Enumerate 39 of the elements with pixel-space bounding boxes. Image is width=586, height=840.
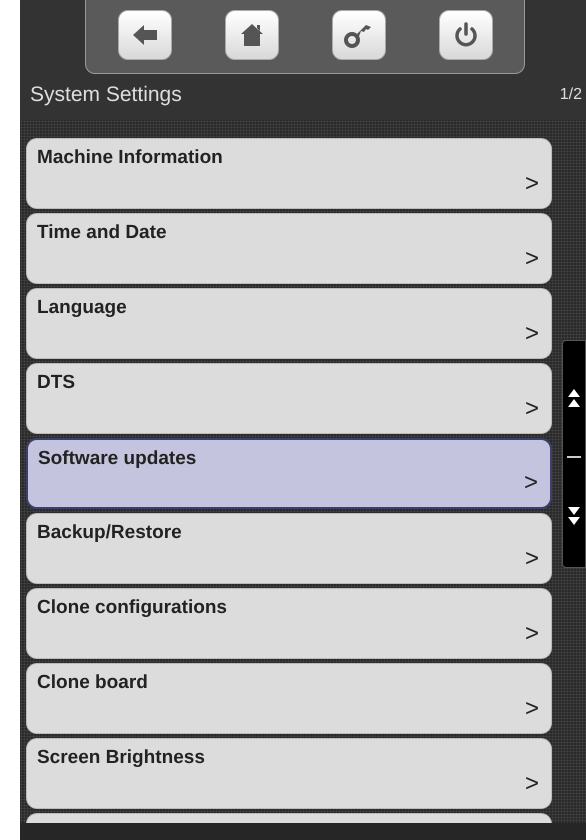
menu-item-label: DTS xyxy=(37,372,75,394)
menu-item[interactable]: Language > xyxy=(26,288,552,359)
chevron-text: > xyxy=(524,620,539,648)
menu-item[interactable]: DTS > xyxy=(26,363,552,434)
menu-item-label: Time and Date xyxy=(37,222,167,244)
menu-item-label: Screen Brightness xyxy=(37,747,205,769)
menu-item[interactable]: Software updates > xyxy=(26,438,552,509)
menu-item-label: Clone board xyxy=(37,672,148,694)
page-up-icon[interactable] xyxy=(568,389,580,409)
menu-item[interactable]: Clone board > xyxy=(26,663,552,734)
chevron-text: > xyxy=(524,170,539,198)
menu-item-label: Machine Information xyxy=(37,147,223,169)
power-icon xyxy=(452,22,478,48)
chevron-text: > xyxy=(524,770,539,798)
menu-item-label: Language xyxy=(37,297,127,319)
menu-item[interactable]: Time and Date > xyxy=(26,213,552,284)
screen-title: System Settings xyxy=(30,83,182,107)
menu-item[interactable]: Clone configurations > xyxy=(26,588,552,659)
house-icon xyxy=(240,22,264,46)
back-button[interactable] xyxy=(118,10,172,60)
chevron-text: > xyxy=(524,245,539,273)
chevron-text: > xyxy=(524,695,539,723)
menu-item-label: Backup/Restore xyxy=(37,522,182,544)
chevron-text: > xyxy=(524,395,539,423)
arrow-left-icon xyxy=(132,24,158,46)
key-button[interactable] xyxy=(332,10,386,60)
chevron-text: > xyxy=(524,320,539,348)
power-button[interactable] xyxy=(438,10,492,60)
menu-item[interactable]: Backup/Restore > xyxy=(26,513,552,584)
menu-item[interactable]: Machine Information > xyxy=(26,138,552,209)
page-down-icon[interactable] xyxy=(568,505,580,525)
page-indicator: 1/2 xyxy=(560,86,582,104)
scroll-thumb-icon xyxy=(567,456,581,458)
home-button[interactable] xyxy=(224,10,278,60)
menu-item-label: Software updates xyxy=(38,448,196,470)
chevron-text: > xyxy=(524,545,539,573)
chevron-text: > xyxy=(524,469,538,497)
menu-item[interactable]: Screen Brightness > xyxy=(26,738,552,809)
menu-item-label: Clone configurations xyxy=(37,597,227,619)
